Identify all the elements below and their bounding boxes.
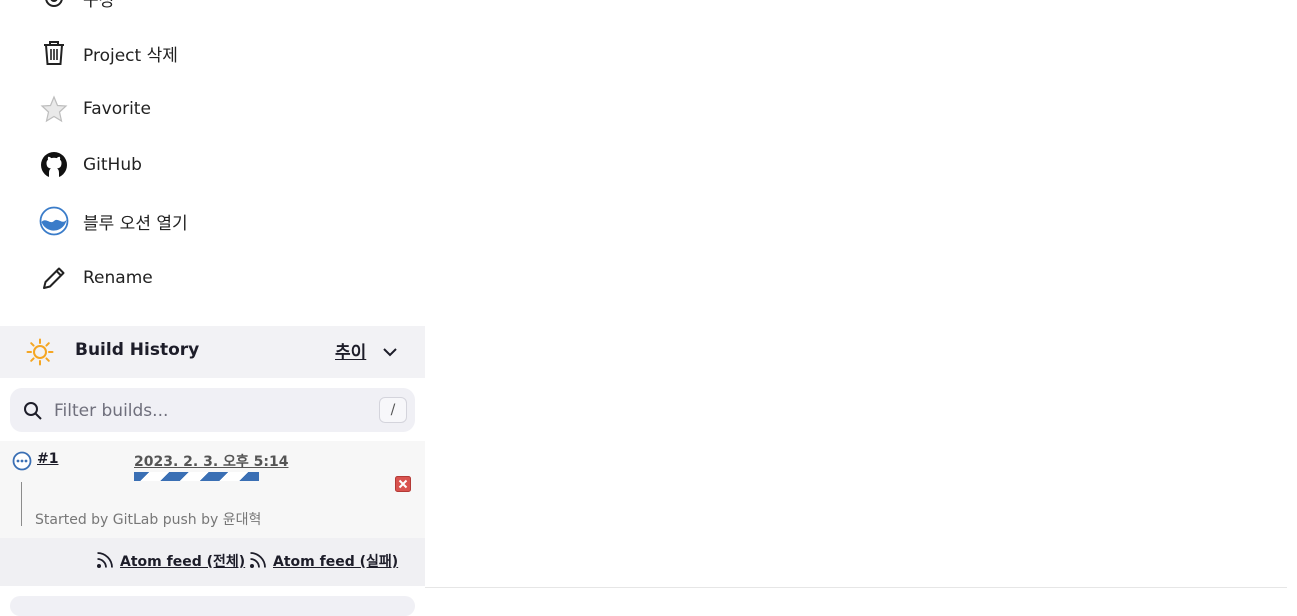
sidebar-item-label: Favorite: [83, 99, 151, 119]
in-progress-status-icon: [12, 451, 32, 475]
atom-feed-failed-link[interactable]: Atom feed (실패): [273, 551, 398, 571]
next-panel: [10, 596, 415, 616]
filter-builds-input[interactable]: [52, 396, 376, 426]
sidebar-item-blue-ocean[interactable]: 블루 오션 열기: [38, 201, 188, 241]
search-icon: [23, 401, 43, 425]
sidebar-item-favorite[interactable]: Favorite: [38, 89, 151, 129]
sidebar-item-label: 블루 오션 열기: [83, 213, 188, 234]
star-icon: [38, 93, 70, 125]
github-icon: [38, 149, 70, 181]
build-progress-bar: [134, 472, 259, 481]
build-date-link[interactable]: 2023. 2. 3. 오후 5:14: [134, 451, 288, 471]
sidebar-item-delete-project[interactable]: Project 삭제: [38, 33, 178, 73]
build-history-header: Build History 추이: [0, 326, 425, 378]
pencil-icon: [38, 262, 70, 294]
cancel-build-icon[interactable]: [395, 476, 411, 492]
sidebar-item-label: Project 삭제: [83, 45, 178, 66]
sun-icon: [26, 338, 54, 370]
sidebar-item-github[interactable]: GitHub: [38, 145, 142, 185]
atom-feeds-bar: Atom feed (전체) Atom feed (실패): [0, 538, 425, 586]
trend-link[interactable]: 추이: [335, 338, 366, 363]
trash-icon: [38, 37, 70, 69]
sidebar-item-label: 구성: [83, 0, 115, 11]
atom-feed-all-link[interactable]: Atom feed (전체): [120, 551, 245, 571]
blue-ocean-icon: [38, 205, 70, 237]
gear-icon: [38, 0, 70, 14]
sidebar-item-rename[interactable]: Rename: [38, 258, 153, 298]
build-row: #1 2023. 2. 3. 오후 5:14 Started by GitLab…: [0, 441, 425, 538]
content-divider: [425, 587, 1287, 588]
sidebar-item-label: GitHub: [83, 155, 142, 175]
rss-icon: [249, 551, 267, 573]
sidebar-item-configure[interactable]: 구성: [38, 0, 114, 18]
shortcut-key-badge: /: [379, 397, 407, 423]
chevron-down-icon[interactable]: [381, 343, 399, 365]
filter-builds-box: /: [10, 388, 415, 432]
build-cause: Started by GitLab push by 윤대혁: [35, 512, 262, 528]
build-number-link[interactable]: #1: [37, 451, 58, 467]
build-timeline-line: [21, 482, 22, 526]
sidebar-item-label: Rename: [83, 268, 153, 288]
sidebar: 구성 Project 삭제 Favorite GitHub 블루 오션 열기 R…: [0, 0, 425, 616]
build-history-title: Build History: [75, 340, 200, 360]
rss-icon: [96, 551, 114, 573]
